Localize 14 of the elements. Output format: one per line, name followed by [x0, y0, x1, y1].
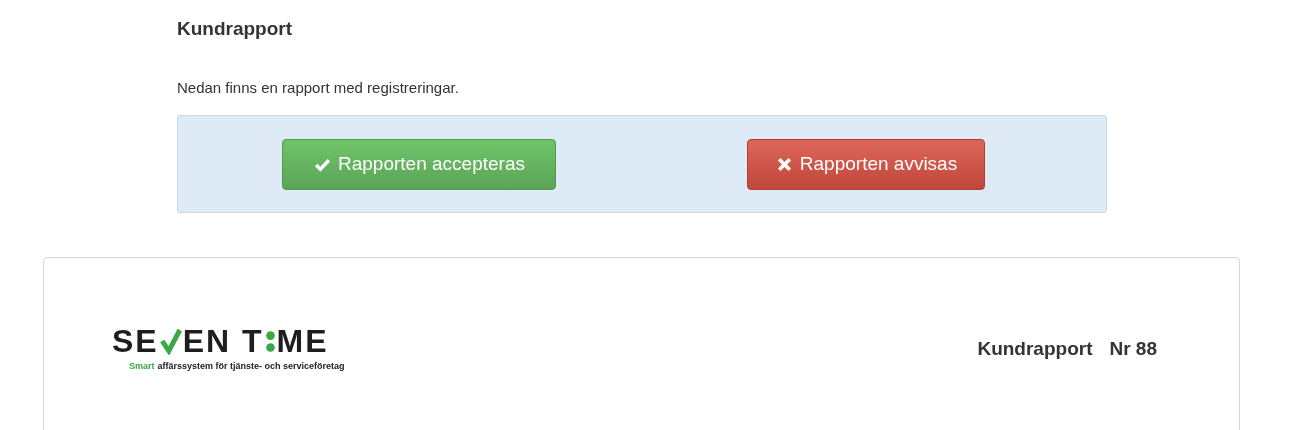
tagline-highlight: Smart	[129, 361, 155, 371]
logo-text: ME	[276, 324, 329, 358]
logo-text: SE	[112, 324, 159, 358]
tagline-text: affärssystem för tjänste- och serviceföretag	[157, 361, 345, 371]
accept-button[interactable]: Rapporten accepteras	[282, 138, 556, 190]
intro-text: Nedan finns en rapport med registreringar.	[177, 78, 459, 98]
page-title: Kundrapport	[177, 17, 293, 41]
report-number: Nr 88	[1109, 338, 1157, 360]
report-title: Kundrapport	[977, 338, 1093, 360]
close-icon	[775, 155, 793, 173]
logo-text: EN T	[182, 324, 264, 358]
colon-dots-icon	[264, 328, 276, 354]
check-icon	[159, 327, 182, 355]
reject-button[interactable]: Rapporten avvisas	[747, 138, 985, 190]
